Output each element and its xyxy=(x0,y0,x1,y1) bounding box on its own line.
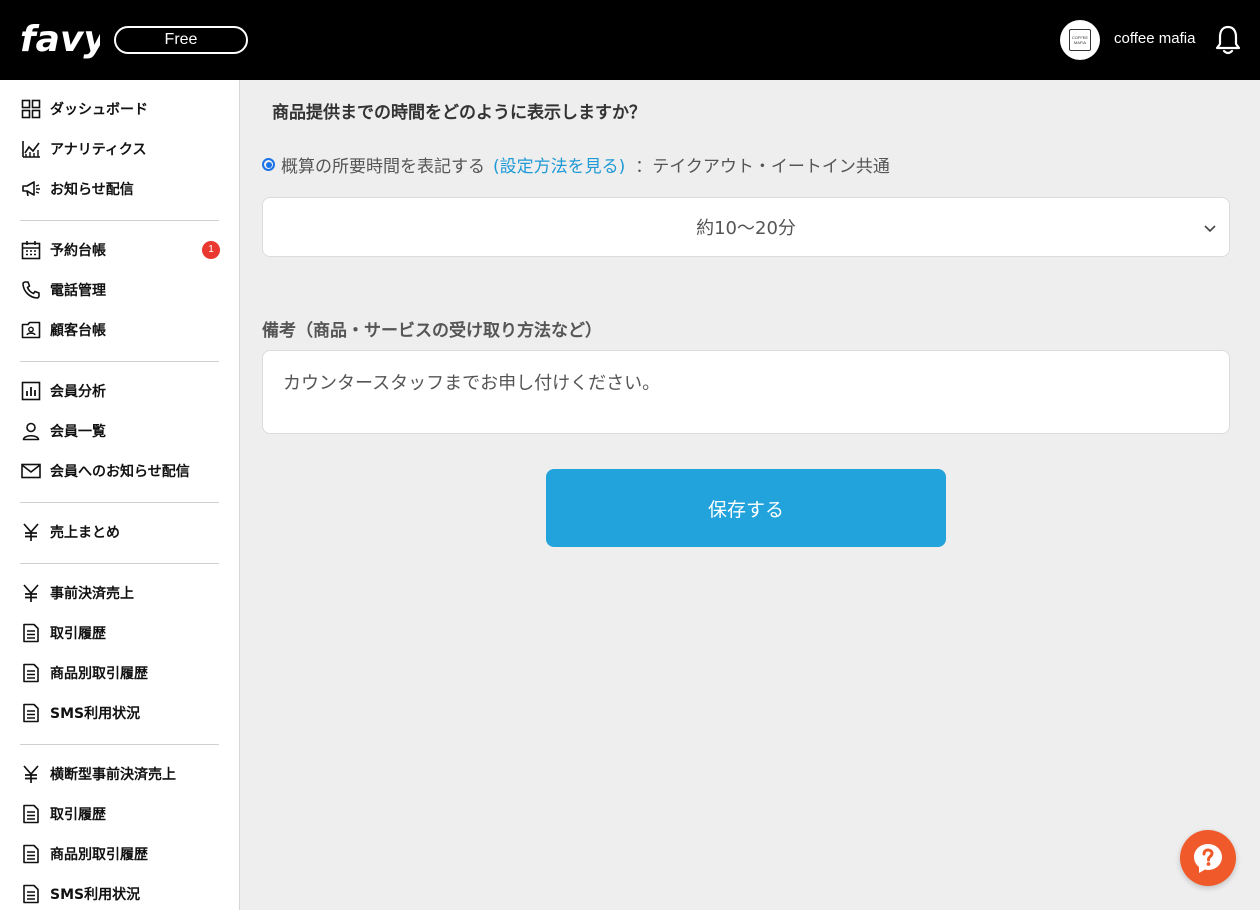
reservation-count-badge: 1 xyxy=(202,241,220,259)
sidebar-item-transactions[interactable]: 取引履歴 xyxy=(20,613,220,653)
sidebar-item-label: お知らせ配信 xyxy=(50,182,134,198)
calendar-icon xyxy=(20,239,42,261)
avatar-text-bottom: MAFIA xyxy=(1073,40,1087,45)
sidebar-item-label: 予約台帳 xyxy=(50,243,106,259)
sidebar-item-label: 会員分析 xyxy=(50,384,106,400)
display-option-row: 概算の所要時間を表記する (設定方法を見る) ：テイクアウト・イートイン共通 xyxy=(262,152,890,177)
sidebar-item-phone[interactable]: 電話管理 xyxy=(20,270,220,310)
bar-chart-icon xyxy=(20,380,42,402)
mail-icon xyxy=(20,460,42,482)
sidebar-divider xyxy=(20,744,219,745)
top-header: favy Free COFFEE MAFIA coffee mafia xyxy=(0,0,1260,80)
analytics-chart-icon xyxy=(20,138,42,160)
sidebar-item-cross-product-transactions[interactable]: 商品別取引履歴 xyxy=(20,834,220,874)
sidebar-item-label: 顧客台帳 xyxy=(50,323,106,339)
document-icon xyxy=(20,843,42,865)
account-avatar[interactable]: COFFEE MAFIA xyxy=(1060,20,1100,60)
sidebar-item-label: 電話管理 xyxy=(50,283,106,299)
document-icon xyxy=(20,883,42,905)
document-icon xyxy=(20,702,42,724)
yen-icon xyxy=(20,521,42,543)
option-note: ：テイクアウト・イートイン共通 xyxy=(635,156,890,177)
time-estimate-select[interactable]: 約10〜20分 xyxy=(262,197,1230,257)
sidebar-item-member-analysis[interactable]: 会員分析 xyxy=(20,371,220,411)
estimate-time-label[interactable]: 概算の所要時間を表記する xyxy=(281,152,485,177)
sidebar-item-dashboard[interactable]: ダッシュボード xyxy=(20,89,220,129)
phone-icon xyxy=(20,279,42,301)
sidebar-item-cross-sms-usage[interactable]: SMS利用状況 xyxy=(20,874,220,910)
sidebar-item-label: ダッシュボード xyxy=(50,102,148,118)
sidebar-item-label: 商品別取引履歴 xyxy=(50,666,148,682)
document-icon xyxy=(20,803,42,825)
setup-guide-link[interactable]: (設定方法を見る) xyxy=(493,152,625,177)
sidebar-item-label: 売上まとめ xyxy=(50,525,120,541)
sidebar-item-label: 事前決済売上 xyxy=(50,586,134,602)
section-title: 商品提供までの時間をどのように表示しますか？ xyxy=(272,103,646,123)
sidebar-item-label: 横断型事前決済売上 xyxy=(50,767,176,783)
sidebar-item-prepaid-sales[interactable]: 事前決済売上 xyxy=(20,573,220,613)
sidebar-item-notifications[interactable]: お知らせ配信 xyxy=(20,169,220,209)
sidebar-item-label: 会員へのお知らせ配信 xyxy=(50,464,190,480)
save-button[interactable]: 保存する xyxy=(546,469,946,547)
selected-time-value: 約10〜20分 xyxy=(696,218,796,239)
sidebar-divider xyxy=(20,361,219,362)
help-question-icon xyxy=(1194,844,1222,873)
sidebar-item-analytics[interactable]: アナリティクス xyxy=(20,129,220,169)
sidebar-item-member-list[interactable]: 会員一覧 xyxy=(20,411,220,451)
logo-text: favy xyxy=(20,19,100,60)
account-name[interactable]: coffee mafia xyxy=(1114,29,1195,49)
yen-icon xyxy=(20,582,42,604)
notes-text: カウンタースタッフまでお申し付けください。 xyxy=(283,373,661,394)
favy-logo[interactable]: favy xyxy=(20,18,100,60)
sidebar-item-customers[interactable]: 顧客台帳 xyxy=(20,310,220,350)
sidebar-item-cross-prepaid-sales[interactable]: 横断型事前決済売上 xyxy=(20,754,220,794)
help-chat-button[interactable] xyxy=(1180,830,1236,886)
sidebar: ダッシュボード アナリティクス お知らせ配信 予約台帳 1 電話管理 顧客台帳 xyxy=(0,80,240,910)
sidebar-item-sales-summary[interactable]: 売上まとめ xyxy=(20,512,220,552)
sidebar-item-label: 取引履歴 xyxy=(50,807,106,823)
sidebar-item-label: 商品別取引履歴 xyxy=(50,847,148,863)
sidebar-item-label: SMS利用状況 xyxy=(50,887,141,903)
sidebar-item-reservations[interactable]: 予約台帳 1 xyxy=(20,230,220,270)
estimate-time-radio[interactable] xyxy=(262,158,275,171)
sidebar-item-label: SMS利用状況 xyxy=(50,706,141,722)
sidebar-item-member-messages[interactable]: 会員へのお知らせ配信 xyxy=(20,451,220,491)
notes-label: 備考（商品・サービスの受け取り方法など） xyxy=(262,321,602,341)
notification-bell-icon[interactable] xyxy=(1213,24,1243,56)
sidebar-divider xyxy=(20,563,219,564)
document-icon xyxy=(20,622,42,644)
document-icon xyxy=(20,662,42,684)
sidebar-item-cross-transactions[interactable]: 取引履歴 xyxy=(20,794,220,834)
yen-icon xyxy=(20,763,42,785)
sidebar-item-label: 取引履歴 xyxy=(50,626,106,642)
sidebar-divider xyxy=(20,502,219,503)
megaphone-icon xyxy=(20,178,42,200)
person-icon xyxy=(20,420,42,442)
plan-badge[interactable]: Free xyxy=(114,26,248,54)
sidebar-item-product-transactions[interactable]: 商品別取引履歴 xyxy=(20,653,220,693)
sidebar-item-label: アナリティクス xyxy=(50,142,147,158)
sidebar-divider xyxy=(20,220,219,221)
sidebar-item-sms-usage[interactable]: SMS利用状況 xyxy=(20,693,220,733)
avatar-logo: COFFEE MAFIA xyxy=(1069,29,1091,51)
dashboard-grid-icon xyxy=(20,98,42,120)
chevron-down-icon xyxy=(1204,225,1216,233)
sidebar-item-label: 会員一覧 xyxy=(50,424,106,440)
contact-card-icon xyxy=(20,319,42,341)
notes-textarea[interactable]: カウンタースタッフまでお申し付けください。 xyxy=(262,350,1230,434)
